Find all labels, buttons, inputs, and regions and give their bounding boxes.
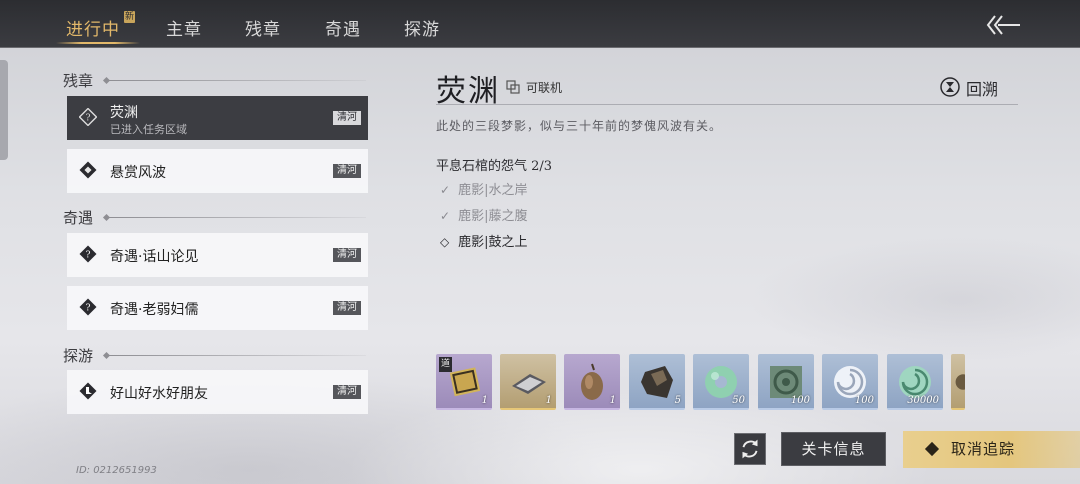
quest-item-encounter-2[interactable]: ? 奇遇·老弱妇儒 清河 (67, 286, 368, 330)
section-label-tanyou: 探游 (63, 347, 94, 365)
subgoal-text: 鹿影|鼓之上 (458, 235, 528, 250)
tab-encounter[interactable]: 奇遇 (325, 15, 361, 40)
bounty-quest-icon (79, 161, 97, 179)
region-tag: 清河 (333, 111, 361, 125)
top-nav-bar: 进行中 新 主章 残章 奇遇 探游 (0, 0, 1080, 48)
reward-item-maze-token[interactable]: 100 (758, 354, 814, 410)
reward-item-currency[interactable]: 30000 (887, 354, 943, 410)
reward-item-book[interactable]: 道 1 (436, 354, 492, 410)
svg-text:?: ? (86, 114, 91, 124)
region-tag: 清河 (333, 301, 361, 315)
item-type-tag: 道 (439, 357, 452, 372)
svg-text:?: ? (86, 251, 91, 261)
reward-item-gourd[interactable]: 1 (564, 354, 620, 410)
reward-quantity: 50 (732, 395, 745, 406)
quest-description: 此处的三段梦影，似与三十年前的梦傀风波有关。 (436, 119, 723, 133)
tab-in-progress[interactable]: 进行中 (66, 15, 120, 40)
quest-item-encounter-1[interactable]: ? 奇遇·话山论见 清河 (67, 233, 368, 277)
cancel-tracking-button[interactable]: 取消追踪 (903, 431, 1080, 468)
reward-item-jade[interactable]: 50 (693, 354, 749, 410)
side-drawer-handle[interactable] (0, 60, 8, 160)
partial-item-icon (955, 374, 965, 390)
reward-item-swirl[interactable]: 100 (822, 354, 878, 410)
section-label-canzhang: 残章 (63, 72, 94, 90)
subgoal-item: ✓ 鹿影|藤之腹 (440, 205, 528, 224)
gourd-icon (581, 363, 603, 400)
reward-quantity: 100 (854, 395, 874, 406)
subgoal-item: ◇ 鹿影|鼓之上 (440, 231, 528, 250)
quest-item-exploration[interactable]: 好山好水好朋友 清河 (67, 370, 368, 414)
refresh-icon[interactable] (734, 433, 766, 465)
quest-diamond-icon: ? (79, 108, 97, 126)
tab-exploration[interactable]: 探游 (404, 15, 440, 40)
active-tab-underline (56, 42, 140, 44)
reward-item-scroll[interactable]: 1 (500, 354, 556, 410)
scroll-map-icon (512, 374, 546, 394)
reward-item-ore[interactable]: 5 (629, 354, 685, 410)
section-divider (108, 217, 366, 218)
quest-item-yingyuan[interactable]: ? 荧渊 已进入任务区域 清河 (67, 96, 368, 140)
coop-icon (506, 80, 520, 94)
quest-title: 奇遇·老弱妇儒 (110, 302, 199, 318)
rewind-button[interactable]: 回溯 (966, 76, 998, 100)
diamond-bullet-icon: ◇ (440, 235, 450, 249)
hourglass-rewind-icon[interactable] (940, 77, 960, 97)
quest-title: 悬赏风波 (110, 165, 166, 181)
quest-title: 好山好水好朋友 (110, 386, 208, 402)
coop-label: 可联机 (526, 81, 563, 95)
quest-subtitle: 已进入任务区域 (110, 123, 187, 136)
section-label-qiyu: 奇遇 (63, 209, 94, 227)
player-uid: ID: 0212651993 (76, 465, 157, 476)
tab-fragment-chapter[interactable]: 残章 (245, 15, 281, 40)
diamond-icon (924, 441, 940, 457)
quest-title: 荧渊 (110, 105, 138, 121)
reward-quantity: 30000 (907, 395, 939, 406)
title-divider (436, 104, 1018, 105)
subgoal-item: ✓ 鹿影|水之岸 (440, 179, 528, 198)
ore-rock-icon (641, 366, 673, 398)
checkmark-icon: ✓ (440, 183, 451, 197)
section-divider (108, 80, 366, 81)
subgoal-text: 鹿影|水之岸 (458, 183, 528, 198)
stage-info-button[interactable]: 关卡信息 (781, 432, 886, 466)
quest-item-bounty[interactable]: 悬赏风波 清河 (67, 149, 368, 193)
exploration-boot-icon (79, 382, 97, 400)
reward-quantity: 1 (545, 395, 552, 406)
encounter-question-icon: ? (79, 245, 97, 263)
reward-item-partial[interactable] (951, 354, 965, 410)
region-tag: 清河 (333, 248, 361, 262)
region-tag: 清河 (333, 164, 361, 178)
reward-quantity: 1 (481, 395, 488, 406)
reward-quantity: 5 (674, 395, 681, 406)
reward-quantity: 100 (790, 395, 810, 406)
quest-objective: 平息石棺的怨气 2/3 (436, 159, 553, 174)
reward-quantity: 1 (609, 395, 616, 406)
checkmark-icon: ✓ (440, 209, 451, 223)
region-tag: 清河 (333, 385, 361, 399)
back-arrow-icon[interactable] (986, 14, 1022, 36)
section-divider (108, 355, 366, 356)
encounter-question-icon: ? (79, 298, 97, 316)
new-badge: 新 (124, 11, 135, 23)
subgoal-text: 鹿影|藤之腹 (458, 209, 528, 224)
svg-text:?: ? (86, 304, 91, 314)
cancel-tracking-label: 取消追踪 (951, 440, 1016, 458)
quest-title: 奇遇·话山论见 (110, 249, 199, 265)
tab-main-chapter[interactable]: 主章 (166, 15, 202, 40)
